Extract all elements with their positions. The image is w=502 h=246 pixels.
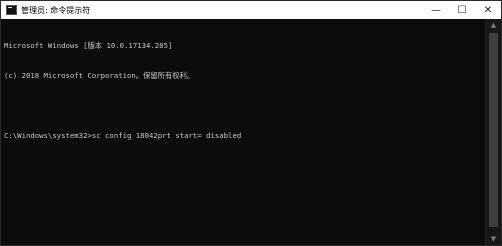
console-line-3 [4,101,482,111]
vertical-scrollbar[interactable]: ▲ ▼ [485,19,501,245]
title-bar[interactable]: 管理员: 命令提示符 — ☐ ✕ [1,1,501,19]
console-line-2: (c) 2018 Microsoft Corporation。保留所有权利。 [4,71,195,80]
console-line-4: C:\Windows\system32>sc config 18042prt s… [4,131,242,140]
minimize-icon[interactable]: — [423,1,449,19]
console-output[interactable]: Microsoft Windows [版本 10.0.17134.285] (c… [4,21,482,239]
console-line-1: Microsoft Windows [版本 10.0.17134.285] [4,41,173,50]
window-title: 管理员: 命令提示符 [21,5,91,15]
cmd-icon [6,5,17,15]
maximize-icon[interactable]: ☐ [449,1,475,19]
cmd-window: 管理员: 命令提示符 — ☐ ✕ Microsoft Windows [版本 1… [0,0,502,246]
window-controls: — ☐ ✕ [423,1,501,19]
scroll-up-icon[interactable]: ▲ [486,19,501,31]
scroll-down-icon[interactable]: ▼ [486,233,501,245]
close-icon[interactable]: ✕ [475,1,501,19]
scrollbar-thumb[interactable] [489,33,498,227]
